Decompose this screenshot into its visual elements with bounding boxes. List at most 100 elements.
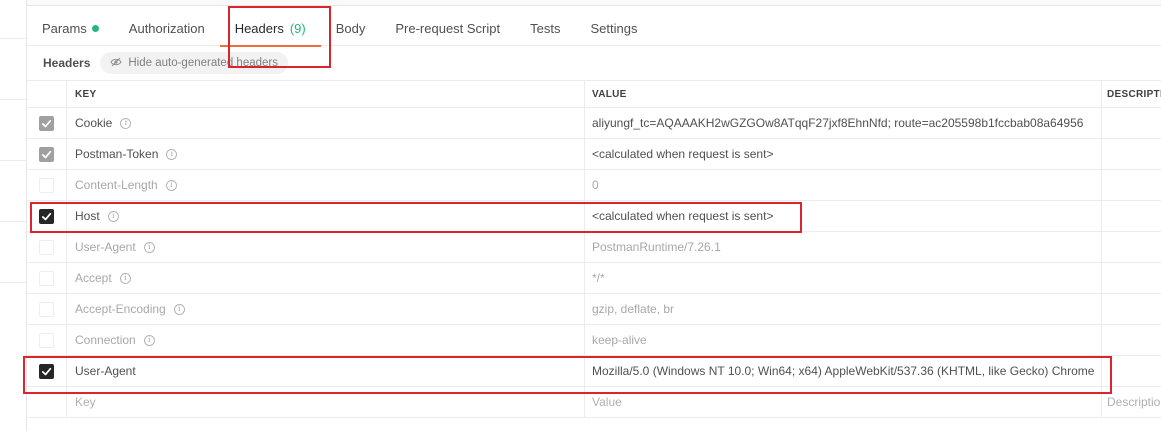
url-bar-edge bbox=[27, 0, 1161, 6]
row-checkbox-cell bbox=[27, 356, 67, 386]
key-placeholder: Key bbox=[75, 395, 96, 409]
tab-label: Headers bbox=[234, 21, 284, 36]
row-checkbox-cell bbox=[27, 294, 67, 324]
header-key: Cookie bbox=[75, 116, 113, 130]
header-value-cell[interactable]: gzip, deflate, br bbox=[585, 294, 1102, 324]
row-enable-checkbox[interactable] bbox=[39, 177, 54, 193]
row-checkbox-cell bbox=[27, 325, 67, 355]
row-enable-checkbox[interactable] bbox=[39, 146, 54, 162]
tab-headers[interactable]: Headers (9) bbox=[219, 12, 321, 47]
header-key-cell[interactable]: Content-Length i bbox=[67, 170, 585, 200]
info-icon[interactable]: i bbox=[107, 210, 119, 222]
header-key-cell[interactable]: Accept i bbox=[67, 263, 585, 293]
info-icon[interactable]: i bbox=[143, 334, 155, 346]
row-enable-checkbox[interactable] bbox=[39, 270, 54, 286]
header-value-cell[interactable]: <calculated when request is sent> bbox=[585, 201, 1102, 231]
info-icon[interactable]: i bbox=[143, 241, 155, 253]
header-key-cell[interactable]: User-Agent bbox=[67, 356, 585, 386]
table-header-row: KEY VALUE DESCRIPTION bbox=[27, 80, 1161, 108]
table-row: Connection i keep-alive bbox=[27, 325, 1161, 356]
header-description-cell[interactable] bbox=[1102, 294, 1161, 324]
header-value: <calculated when request is sent> bbox=[592, 147, 774, 161]
header-key: Postman-Token bbox=[75, 147, 159, 161]
header-value: */* bbox=[592, 271, 605, 285]
table-row: Host i <calculated when request is sent> bbox=[27, 201, 1161, 232]
header-description-cell[interactable] bbox=[1102, 170, 1161, 200]
header-value: Mozilla/5.0 (Windows NT 10.0; Win64; x64… bbox=[592, 364, 1095, 378]
header-value-cell[interactable]: Mozilla/5.0 (Windows NT 10.0; Win64; x64… bbox=[585, 356, 1102, 386]
tab-label: Params bbox=[42, 21, 87, 36]
info-icon[interactable]: i bbox=[165, 179, 177, 191]
info-icon[interactable]: i bbox=[120, 117, 132, 129]
header-key-cell[interactable]: Accept-Encoding i bbox=[67, 294, 585, 324]
header-key-cell[interactable]: Cookie i bbox=[67, 108, 585, 138]
hide-auto-generated-headers-button[interactable]: Hide auto-generated headers bbox=[100, 52, 288, 74]
header-description-cell[interactable] bbox=[1102, 232, 1161, 262]
header-key-cell[interactable]: Postman-Token i bbox=[67, 139, 585, 169]
header-description-cell[interactable] bbox=[1102, 325, 1161, 355]
tab-body[interactable]: Body bbox=[321, 12, 381, 46]
new-description-input[interactable]: Description bbox=[1102, 387, 1161, 417]
row-enable-checkbox[interactable] bbox=[39, 363, 54, 379]
table-row: Postman-Token i <calculated when request i… bbox=[27, 139, 1161, 170]
header-value: aliyungf_tc=AQAAAKH2wGZGOw8ATqqF27jxf8Eh… bbox=[592, 116, 1084, 130]
tab-params[interactable]: Params bbox=[27, 12, 114, 46]
check-icon bbox=[41, 118, 52, 129]
header-value-cell[interactable]: */* bbox=[585, 263, 1102, 293]
row-enable-checkbox[interactable] bbox=[39, 332, 54, 348]
header-key-cell[interactable]: User-Agent i bbox=[67, 232, 585, 262]
row-enable-checkbox[interactable] bbox=[39, 239, 54, 255]
request-tabs: Params Authorization Headers (9) Body Pr… bbox=[27, 12, 1161, 47]
header-key: Accept bbox=[75, 271, 112, 285]
tab-pre-request-script[interactable]: Pre-request Script bbox=[380, 12, 515, 46]
tab-settings[interactable]: Settings bbox=[575, 12, 652, 46]
header-value: <calculated when request is sent> bbox=[592, 209, 774, 223]
row-enable-checkbox[interactable] bbox=[39, 115, 54, 131]
header-value-cell[interactable]: aliyungf_tc=AQAAAKH2wGZGOw8ATqqF27jxf8Eh… bbox=[585, 108, 1102, 138]
new-key-input[interactable]: Key bbox=[67, 387, 585, 417]
tab-authorization[interactable]: Authorization bbox=[114, 12, 220, 46]
header-value-cell[interactable]: 0 bbox=[585, 170, 1102, 200]
info-icon[interactable]: i bbox=[166, 148, 178, 160]
tab-tests[interactable]: Tests bbox=[515, 12, 575, 46]
headers-section-title: Headers bbox=[43, 56, 91, 70]
header-value-cell[interactable]: keep-alive bbox=[585, 325, 1102, 355]
value-placeholder: Value bbox=[592, 395, 622, 409]
info-icon[interactable]: i bbox=[173, 303, 185, 315]
tab-label: Settings bbox=[590, 21, 638, 36]
tab-label: Body bbox=[335, 21, 366, 36]
row-checkbox-cell bbox=[27, 232, 67, 262]
header-description-cell[interactable] bbox=[1102, 201, 1161, 231]
new-header-row: Key Value Description bbox=[27, 387, 1161, 418]
eye-off-icon bbox=[110, 57, 122, 70]
row-checkbox-cell bbox=[27, 108, 67, 138]
check-icon bbox=[41, 366, 52, 377]
header-value: keep-alive bbox=[592, 333, 647, 347]
row-enable-checkbox[interactable] bbox=[39, 208, 54, 224]
table-row: Cookie i aliyungf_tc=AQAAAKH2wGZGOw8ATqqF2… bbox=[27, 108, 1161, 139]
params-active-dot bbox=[91, 25, 99, 32]
description-placeholder: Description bbox=[1107, 395, 1161, 409]
header-value-cell[interactable]: <calculated when request is sent> bbox=[585, 139, 1102, 169]
row-enable-checkbox[interactable] bbox=[39, 301, 54, 317]
header-description-cell[interactable] bbox=[1102, 139, 1161, 169]
table-row: Content-Length i 0 bbox=[27, 170, 1161, 201]
header-key: Host bbox=[75, 209, 100, 223]
header-description-cell[interactable] bbox=[1102, 356, 1161, 386]
headers-table: KEY VALUE DESCRIPTION Cookieialiyungf_tc… bbox=[27, 80, 1161, 418]
headers-count: (9) bbox=[289, 21, 306, 36]
header-value: 0 bbox=[592, 178, 599, 192]
header-key: User-Agent bbox=[75, 364, 136, 378]
new-value-input[interactable]: Value bbox=[585, 387, 1102, 417]
column-header-description: DESCRIPTION bbox=[1107, 88, 1161, 100]
header-description-cell[interactable] bbox=[1102, 263, 1161, 293]
info-icon[interactable]: i bbox=[119, 272, 131, 284]
header-value: gzip, deflate, br bbox=[592, 302, 675, 316]
new-row-checkbox-cell bbox=[27, 387, 67, 417]
header-description-cell[interactable] bbox=[1102, 108, 1161, 138]
header-key-cell[interactable]: Host i bbox=[67, 201, 585, 231]
header-key-cell[interactable]: Connection i bbox=[67, 325, 585, 355]
table-row: Accept-Encoding i gzip, deflate, br bbox=[27, 294, 1161, 325]
header-value-cell[interactable]: PostmanRuntime/7.26.1 bbox=[585, 232, 1102, 262]
row-checkbox-cell bbox=[27, 263, 67, 293]
